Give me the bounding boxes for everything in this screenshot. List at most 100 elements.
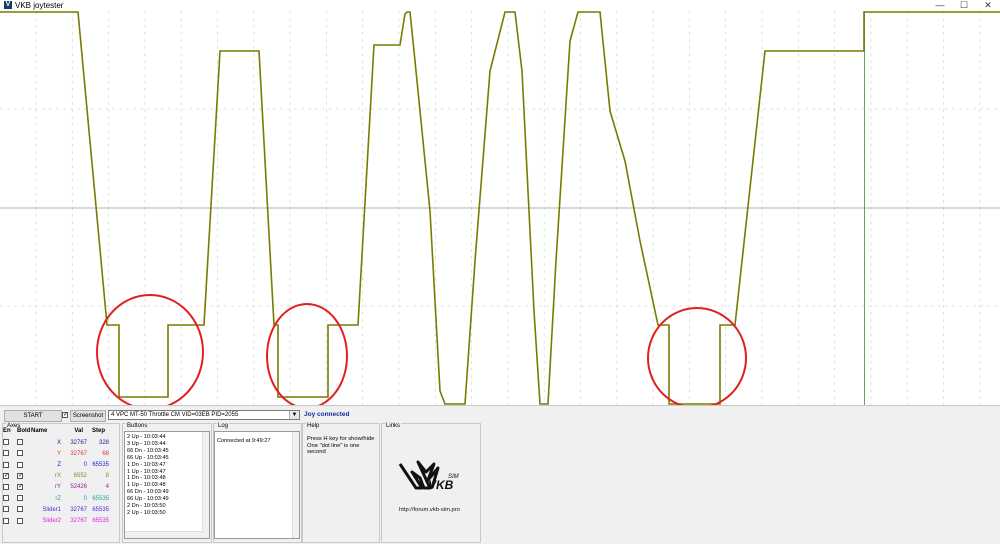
logo-superscript: SIM (448, 474, 459, 480)
axis-step: 65535 (92, 506, 109, 513)
axis-name: Slider1 (42, 506, 61, 513)
axis-enable-checkbox[interactable] (3, 450, 9, 457)
button-event-item[interactable]: 1 Up - 10:03:47 (127, 469, 207, 476)
help-line-1: Press H key for show/hide (307, 436, 375, 442)
axis-name: Z (57, 461, 61, 468)
axes-rows: X32767328Y3276768Z065535rX65528rY524264r… (3, 437, 109, 527)
button-event-item[interactable]: 2 Dn - 10:03:50 (127, 503, 207, 510)
axis-enable-checkbox[interactable] (3, 495, 9, 502)
axes-header-row: En Bold Name Val Step (3, 425, 105, 436)
axis-row-y: Y 32767 68 (3, 448, 109, 459)
axis-row-slider1: Slider1 32767 65535 (3, 504, 109, 515)
device-select[interactable]: 4 VPC MT-50 Throttle CM VID=03EB PID=205… (108, 410, 300, 420)
logo-text: VKB (428, 478, 454, 492)
axis-name: rZ (55, 495, 61, 502)
axis-bold-checkbox[interactable] (17, 517, 23, 524)
chevron-down-icon[interactable]: ▼ (289, 411, 299, 419)
help-group-label: Help (306, 423, 321, 429)
highlight-circle-2 (266, 303, 348, 405)
axis-step: 8 (105, 473, 109, 480)
axis-value: 32767 (70, 517, 87, 524)
axis-step: 4 (105, 484, 109, 491)
axis-name: rY (55, 484, 61, 491)
control-panel: START Screenshot 4 VPC MT-50 Throttle CM… (0, 405, 1000, 544)
connection-status: Joy connected (304, 411, 350, 418)
axis-bold-checkbox[interactable] (17, 472, 23, 480)
axis-value: 32767 (70, 506, 87, 513)
button-event-item[interactable]: 66 Up - 10:03:49 (127, 496, 207, 503)
buttons-horizontal-scrollbar[interactable] (125, 531, 204, 538)
axis-enable-checkbox[interactable] (3, 472, 9, 480)
vkb-sim-logo[interactable]: VKB SIM (398, 458, 468, 500)
device-select-value: 4 VPC MT-50 Throttle CM VID=03EB PID=205… (111, 412, 239, 418)
axis-row-ry: rY 52426 4 (3, 482, 109, 493)
axis-value: 0 (83, 461, 87, 468)
forum-link[interactable]: http://forum.vkb-sim.pro (399, 507, 460, 513)
axis-name: Y (56, 450, 61, 457)
close-button[interactable]: ✕ (977, 0, 999, 11)
axis-step: 65535 (92, 517, 109, 524)
axis-bold-checkbox[interactable] (17, 461, 23, 468)
axis-value: 52426 (70, 484, 87, 491)
button-event-item[interactable]: 2 Up - 10:03:44 (127, 434, 207, 441)
maximize-button[interactable]: ☐ (953, 0, 975, 11)
axis-bold-checkbox[interactable] (17, 439, 23, 446)
help-text: Press H key for show/hide One "dot line"… (307, 436, 379, 456)
window-title: VKB joytester (15, 1, 64, 10)
button-event-item[interactable]: 66 Dn - 10:03:45 (127, 448, 207, 455)
col-step: Step (91, 427, 105, 434)
axis-step: 65535 (92, 495, 109, 502)
axis-value: 32767 (70, 439, 87, 446)
log-text: Connected at 9:49:27 (217, 438, 271, 444)
axis-row-rz: rZ 0 65535 (3, 493, 109, 504)
axis-row-slider2: Slider2 32767 65535 (3, 515, 109, 526)
axis-step: 68 (102, 450, 109, 457)
axis-step: 65535 (92, 461, 109, 468)
button-event-item[interactable]: 2 Up - 10:03:50 (127, 510, 207, 517)
buttons-log-list[interactable]: 2 Up - 10:03:44 3 Up - 10:03:44 66 Dn - 10… (124, 431, 210, 539)
log-group-label: Log (217, 423, 230, 429)
axis-bold-checkbox[interactable] (17, 506, 23, 513)
links-group: Links VKB SIM http://forum.vkb-sim.pro (381, 423, 481, 543)
axis-bold-checkbox[interactable] (17, 450, 23, 457)
app-icon: V (4, 1, 12, 9)
axis-enable-checkbox[interactable] (3, 484, 9, 491)
axis-step: 328 (98, 439, 109, 446)
button-event-item[interactable]: 1 Dn - 10:03:48 (127, 475, 207, 482)
axis-plot (0, 11, 1000, 405)
buttons-group-label: Buttons (126, 423, 149, 429)
button-event-item[interactable]: 66 Up - 10:03:45 (127, 455, 207, 462)
axis-enable-checkbox[interactable] (3, 506, 9, 513)
axis-enable-checkbox[interactable] (3, 517, 9, 524)
highlight-circle-3 (647, 307, 747, 405)
button-event-item[interactable]: 1 Dn - 10:03:47 (127, 462, 207, 469)
log-vertical-scrollbar[interactable] (292, 432, 299, 538)
axis-enable-checkbox[interactable] (3, 439, 9, 446)
axes-table: En Bold Name Val Step (3, 425, 105, 436)
help-group: Help Press H key for show/hide One "dot … (302, 423, 380, 543)
screenshot-checkbox[interactable] (62, 411, 68, 419)
button-event-item[interactable]: 3 Up - 10:03:44 (127, 441, 207, 448)
col-val: Val (74, 427, 83, 434)
buttons-vertical-scrollbar[interactable] (202, 432, 209, 538)
axis-row-x: X 32767 328 (3, 437, 109, 448)
screenshot-button[interactable]: Screenshot (70, 410, 106, 422)
help-line-2: One "dot line" is one second (307, 442, 360, 456)
start-button[interactable]: START (4, 410, 62, 422)
axis-name: X (56, 439, 61, 446)
col-name: Name (31, 427, 48, 434)
axis-enable-checkbox[interactable] (3, 461, 9, 468)
highlight-circle-1 (96, 294, 204, 405)
log-textbox[interactable]: Connected at 9:49:27 (214, 431, 300, 539)
axis-value: 0 (83, 495, 87, 502)
button-event-item[interactable]: 66 Dn - 10:03:49 (127, 489, 207, 496)
axis-row-z: Z 0 65535 (3, 459, 109, 470)
axis-value: 32767 (70, 450, 87, 457)
axis-bold-checkbox[interactable] (17, 495, 23, 502)
button-event-item[interactable]: 1 Up - 10:03:48 (127, 482, 207, 489)
axis-value: 6552 (73, 473, 87, 480)
axis-bold-checkbox[interactable] (17, 483, 23, 491)
axis-name: Slider2 (42, 517, 61, 524)
buttons-items: 2 Up - 10:03:44 3 Up - 10:03:44 66 Dn - 10… (127, 434, 207, 517)
minimize-button[interactable]: — (929, 0, 951, 11)
